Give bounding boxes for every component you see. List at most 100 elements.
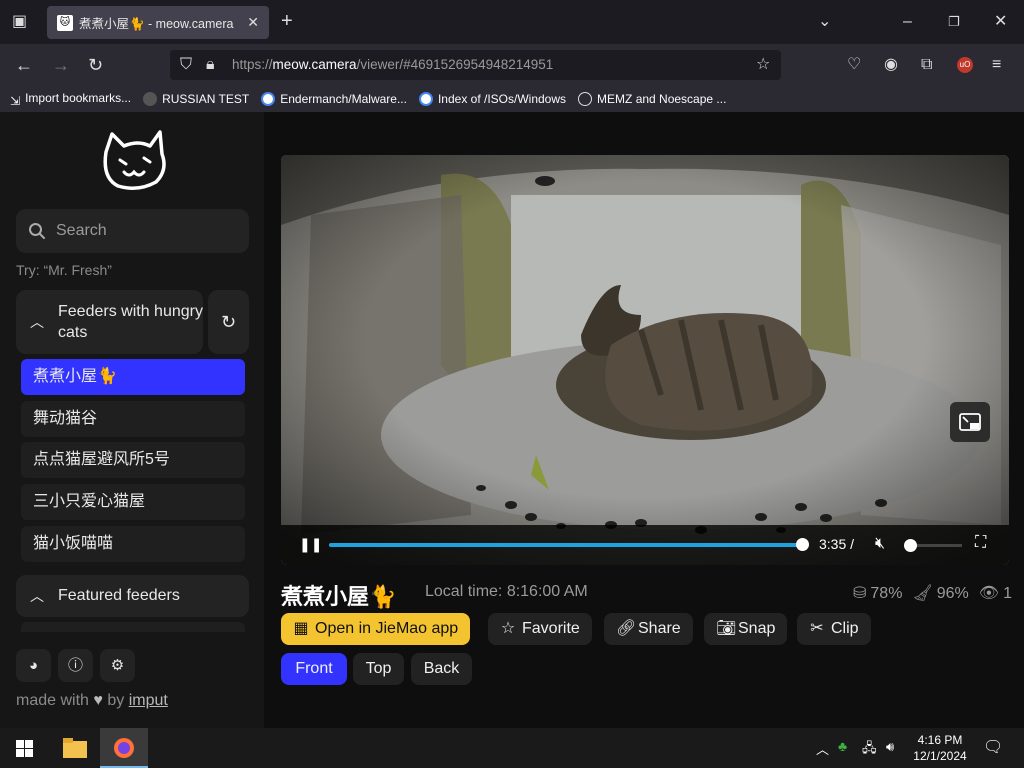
camera-title: 煮煮小屋🐈 — [281, 584, 397, 609]
chevron-up-icon: ︿ — [30, 588, 44, 604]
notifications-icon[interactable]: 🗨︎ — [983, 737, 1003, 757]
group-hungry-cats-toggle[interactable]: ︿ Feeders with hungry cats — [16, 290, 203, 354]
fullscreen-icon[interactable]: ⛶ — [975, 534, 986, 552]
ublock-origin-icon[interactable]: uO — [957, 57, 973, 73]
info-icon: ⓘ — [67, 657, 83, 674]
favorite-button[interactable]: ☆ Favorite — [488, 613, 592, 645]
menu-icon[interactable]: ≡ — [992, 57, 1001, 73]
clock-date: 12/1/2024 — [913, 749, 967, 763]
search-placeholder: Search — [56, 222, 107, 239]
bookmark-russian-test[interactable]: RUSSIAN TEST — [143, 92, 249, 106]
settings-button[interactable]: ⚙ — [100, 649, 135, 682]
meow-camera-logo-icon[interactable] — [98, 130, 168, 192]
account-icon[interactable]: ◉ — [884, 57, 898, 73]
feeder-item-partial[interactable] — [21, 622, 245, 632]
browser-tab-active[interactable]: 🐱 煮煮小屋🐈 - meow.camera ✕ — [47, 6, 269, 39]
group-featured-toggle[interactable]: ︿ Featured feeders — [16, 575, 249, 617]
star-icon: ☆ — [500, 620, 516, 637]
google-icon — [261, 92, 276, 106]
firefox-icon — [114, 738, 134, 758]
tray-app-icon[interactable]: ♣ — [838, 738, 847, 754]
made-with-credit: made with ♥ by imput — [16, 692, 168, 709]
camera-icon: 📷︎ — [716, 620, 737, 637]
food-bag-icon: ⛁ — [853, 585, 867, 602]
player-controls: ❚❚ 3:35 / 🔇︎ ⛶ — [281, 525, 1009, 565]
new-tab-icon[interactable]: + — [281, 11, 293, 31]
video-player[interactable]: ❚❚ 3:35 / 🔇︎ ⛶ — [281, 155, 1009, 565]
share-button[interactable]: 🔗︎ Share — [604, 613, 693, 645]
view-back-button[interactable]: Back — [411, 653, 472, 685]
lock-icon[interactable]: 🔒︎ — [206, 57, 215, 73]
volume-handle[interactable] — [904, 539, 917, 552]
heart-icon: ♥ — [93, 692, 103, 709]
progress-handle[interactable] — [796, 538, 810, 551]
bookmark-star-icon[interactable]: ☆ — [756, 57, 770, 73]
feeder-item[interactable]: 猫小饭喵喵 — [21, 526, 245, 562]
minimize-icon[interactable]: – — [903, 14, 912, 30]
taskbar-clock[interactable]: 4:16 PM 12/1/2024 — [912, 732, 968, 764]
bookmark-import[interactable]: ⇲ Import bookmarks... — [10, 91, 131, 108]
volume-icon[interactable]: 🔊︎ — [886, 739, 894, 755]
camera-feed-image — [281, 155, 1009, 565]
url-host: meow.camera — [272, 57, 357, 72]
feeder-item[interactable]: 舞动猫谷 — [21, 401, 245, 437]
feeder-item[interactable]: 点点猫屋避风所5号 — [21, 442, 245, 478]
search-icon — [29, 223, 45, 239]
list-all-tabs-icon[interactable]: ⌄ — [818, 14, 831, 30]
page: Search Try: “Mr. Fresh” ︿ Feeders with h… — [0, 112, 1024, 728]
tab-close-icon[interactable]: ✕ — [247, 14, 259, 31]
mute-icon[interactable]: 🔇︎ — [875, 535, 885, 553]
refresh-button[interactable]: ↻ — [208, 290, 249, 354]
picture-in-picture-button[interactable] — [950, 402, 990, 442]
tracking-protection-icon[interactable]: ⛉ — [180, 57, 192, 73]
refresh-icon: ↻ — [220, 312, 237, 332]
bookmark-endermanch[interactable]: Endermanch/Malware... — [261, 92, 407, 106]
search-input[interactable]: Search — [16, 209, 249, 253]
view-front-button[interactable]: Front — [281, 653, 347, 685]
view-top-button[interactable]: Top — [353, 653, 404, 685]
taskbar-firefox[interactable] — [100, 728, 148, 768]
discord-button[interactable]: ◕ — [16, 649, 51, 682]
feeder-item[interactable]: 煮煮小屋🐈 — [21, 359, 245, 395]
window-close-icon[interactable]: ✕ — [994, 14, 1007, 30]
eye-icon: 👁︎ — [978, 585, 1000, 602]
snap-button[interactable]: 📷︎ Snap — [704, 613, 788, 645]
sidebar: Search Try: “Mr. Fresh” ︿ Feeders with h… — [0, 112, 264, 728]
bookmark-memz[interactable]: MEMZ and Noescape ... — [578, 92, 726, 106]
group-featured-title: Featured feeders — [58, 587, 180, 604]
open-in-app-button[interactable]: ▦ Open in JieMao app — [281, 613, 471, 645]
extensions-icon[interactable]: ⧉ — [921, 57, 932, 73]
broom-icon: 🧹︎ — [912, 585, 933, 602]
browser-tab-bar: ▣ 🐱 煮煮小屋🐈 - meow.camera ✕ + ⌄ – ❐ ✕ — [0, 0, 1024, 44]
discord-icon: ◕ — [28, 657, 39, 674]
reload-icon[interactable]: ↻ — [88, 56, 103, 74]
pause-icon[interactable]: ❚❚ — [299, 536, 322, 553]
volume-slider[interactable] — [904, 539, 962, 552]
about-button[interactable]: ⓘ — [58, 649, 93, 682]
google-icon — [418, 92, 433, 106]
clock-time: 4:16 PM — [917, 733, 963, 747]
windows-start-icon[interactable] — [16, 740, 33, 757]
tab-overview-icon[interactable]: ▣ — [12, 14, 27, 30]
cleanliness-stat: 🧹︎ 96% — [912, 585, 969, 602]
clip-button[interactable]: ✂ Clip — [797, 613, 871, 645]
restore-icon[interactable]: ❐ — [948, 14, 960, 30]
file-explorer-icon[interactable] — [63, 738, 87, 758]
tab-title: 煮煮小屋🐈 - meow.camera — [79, 17, 234, 31]
feeder-item[interactable]: 三小只爱心猫屋 — [21, 484, 245, 520]
windows-taskbar: ︿ ♣ 🖧︎ 🔊︎ 4:16 PM 12/1/2024 🗨︎ — [0, 728, 1024, 768]
network-icon[interactable]: 🖧︎ — [862, 739, 877, 761]
site-icon — [143, 92, 158, 106]
pocket-icon[interactable]: ♡ — [847, 57, 861, 73]
chevron-up-icon: ︿ — [30, 314, 44, 330]
viewers-stat: 👁︎ 1 — [978, 585, 1012, 602]
imput-link[interactable]: imput — [129, 692, 168, 709]
back-icon[interactable]: ← — [15, 56, 33, 74]
bookmark-isos[interactable]: Index of /ISOs/Windows — [418, 92, 566, 106]
url-bar[interactable]: ⛉ 🔒︎ https://meow.camera/viewer/#4691526… — [170, 50, 781, 80]
tray-chevron-up-icon[interactable]: ︿ — [816, 739, 829, 758]
progress-bar[interactable] — [329, 538, 810, 551]
forward-icon[interactable]: → — [52, 56, 70, 74]
food-level-stat: ⛁ 78% — [853, 585, 903, 602]
qr-code-icon: ▦ — [293, 620, 309, 637]
